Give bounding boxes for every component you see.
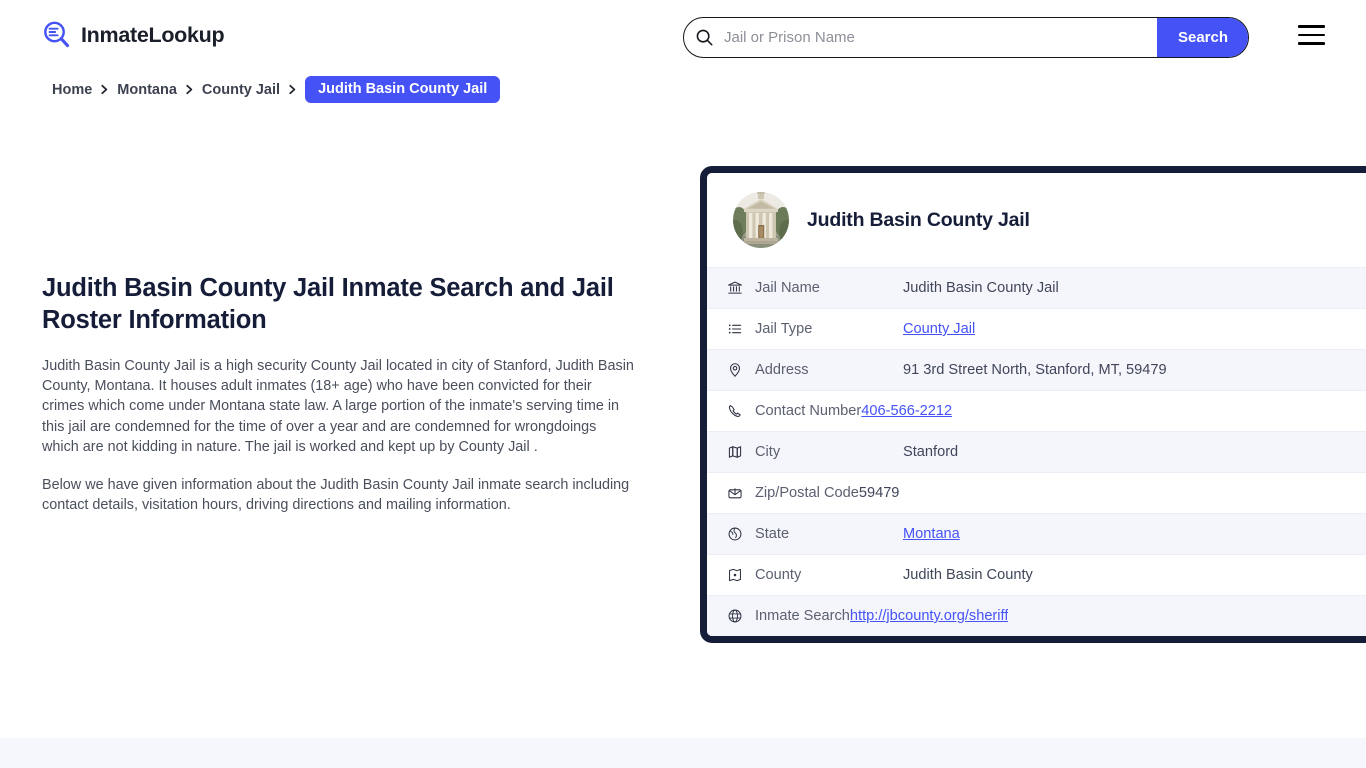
table-row: Zip/Postal Code59479 xyxy=(707,472,1366,513)
brand-logo-link[interactable]: InmateLookup xyxy=(42,20,224,50)
row-value-link[interactable]: Montana xyxy=(903,526,960,542)
table-row: Jail NameJudith Basin County Jail xyxy=(707,267,1366,308)
row-label: Address xyxy=(755,362,903,378)
search-list-logo-icon xyxy=(42,20,72,50)
map-pin-icon xyxy=(727,362,755,378)
county-icon xyxy=(727,567,755,583)
row-value: Judith Basin County Jail xyxy=(903,280,1059,296)
card-header: Judith Basin County Jail xyxy=(707,173,1366,267)
courthouse-photo-avatar xyxy=(733,192,789,248)
row-value: Judith Basin County xyxy=(903,567,1033,583)
row-value[interactable]: 406-566-2212 xyxy=(861,403,952,419)
search-icon xyxy=(684,28,718,47)
row-label: Inmate Search xyxy=(755,608,850,624)
row-value-link[interactable]: 406-566-2212 xyxy=(861,403,952,419)
breadcrumb-separator-icon xyxy=(177,84,202,95)
footer-band xyxy=(0,738,1366,768)
row-value-link[interactable]: County Jail xyxy=(903,321,975,337)
row-label: State xyxy=(755,526,903,542)
hamburger-bar-2 xyxy=(1298,34,1325,37)
search-input[interactable] xyxy=(718,18,1157,57)
row-value: Stanford xyxy=(903,444,958,460)
article-column: Judith Basin County Jail Inmate Search a… xyxy=(42,272,636,515)
row-label: County xyxy=(755,567,903,583)
row-label: City xyxy=(755,444,903,460)
jail-info-card: Judith Basin County Jail Jail NameJudith… xyxy=(700,166,1366,643)
list-icon xyxy=(727,321,755,337)
row-value[interactable]: Montana xyxy=(903,526,960,542)
brand-name: InmateLookup xyxy=(81,23,224,48)
row-value: 91 3rd Street North, Stanford, MT, 59479 xyxy=(903,362,1167,378)
hamburger-menu-icon[interactable] xyxy=(1298,25,1325,45)
breadcrumb-item-3[interactable]: County Jail xyxy=(202,82,280,98)
breadcrumb-item-2[interactable]: Montana xyxy=(117,82,177,98)
table-row: Address91 3rd Street North, Stanford, MT… xyxy=(707,349,1366,390)
search-button[interactable]: Search xyxy=(1157,17,1249,58)
row-label: Contact Number xyxy=(755,403,861,419)
table-row: CountyJudith Basin County xyxy=(707,554,1366,595)
phone-icon xyxy=(727,403,755,419)
breadcrumb-item-4: Judith Basin County Jail xyxy=(305,76,500,103)
globe-icon xyxy=(727,608,755,624)
envelope-icon xyxy=(727,485,755,501)
table-row: Inmate Searchhttp://jbcounty.org/sheriff xyxy=(707,595,1366,636)
jail-info-table: Jail NameJudith Basin County JailJail Ty… xyxy=(707,267,1366,636)
search-bar[interactable]: Search xyxy=(683,17,1249,58)
card-title: Judith Basin County Jail xyxy=(807,209,1030,232)
row-label: Jail Type xyxy=(755,321,903,337)
row-label: Zip/Postal Code xyxy=(755,485,859,501)
intro-paragraph: Judith Basin County Jail is a high secur… xyxy=(42,356,636,457)
row-value-link[interactable]: http://jbcounty.org/sheriff xyxy=(850,608,1008,624)
secondary-paragraph: Below we have given information about th… xyxy=(42,475,636,515)
breadcrumb-separator-icon xyxy=(92,84,117,95)
page-title: Judith Basin County Jail Inmate Search a… xyxy=(42,272,636,336)
row-value: 59479 xyxy=(859,485,900,501)
table-row: Jail TypeCounty Jail xyxy=(707,308,1366,349)
hamburger-bar-1 xyxy=(1298,25,1325,28)
row-label: Jail Name xyxy=(755,280,903,296)
breadcrumb-separator-icon xyxy=(280,84,305,95)
row-value[interactable]: County Jail xyxy=(903,321,975,337)
table-row: CityStanford xyxy=(707,431,1366,472)
table-row: Contact Number406-566-2212 xyxy=(707,390,1366,431)
site-header: InmateLookup Search xyxy=(0,0,1366,74)
globe-alt-icon xyxy=(727,526,755,542)
row-value[interactable]: http://jbcounty.org/sheriff xyxy=(850,608,1008,624)
bank-icon xyxy=(727,280,755,296)
breadcrumb-item-1[interactable]: Home xyxy=(52,82,92,98)
table-row: StateMontana xyxy=(707,513,1366,554)
breadcrumb: Home Montana County Jail Judith Basin Count… xyxy=(52,76,500,103)
map-icon xyxy=(727,444,755,460)
hamburger-bar-3 xyxy=(1298,42,1325,45)
